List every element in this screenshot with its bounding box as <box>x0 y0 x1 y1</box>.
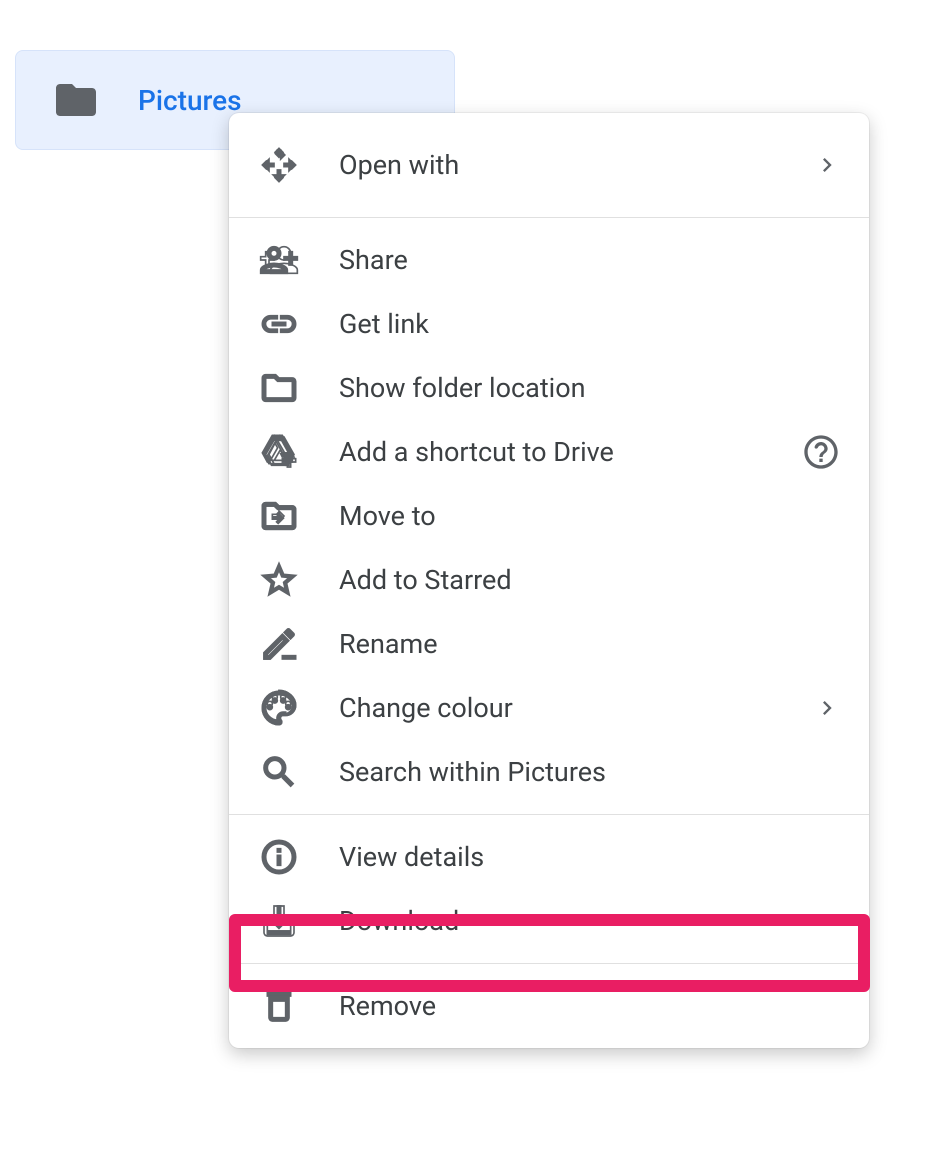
open-with-icon <box>259 145 319 185</box>
menu-label: Download <box>319 905 459 937</box>
menu-label: Search within Pictures <box>319 756 606 788</box>
menu-label: Add to Starred <box>319 564 512 596</box>
menu-label: Change colour <box>319 692 513 724</box>
link-icon <box>259 304 319 344</box>
folder-outline-icon <box>259 368 319 408</box>
menu-divider <box>229 963 869 964</box>
info-icon <box>259 837 319 877</box>
menu-label: Get link <box>319 308 429 340</box>
download-icon <box>259 901 319 941</box>
menu-item-search-within[interactable]: Search within Pictures <box>229 740 869 804</box>
menu-item-add-to-starred[interactable]: Add to Starred <box>229 548 869 612</box>
folder-icon <box>52 76 100 124</box>
menu-label: Move to <box>319 500 436 532</box>
menu-label: Show folder location <box>319 372 586 404</box>
search-icon <box>259 752 319 792</box>
menu-label: Rename <box>319 628 438 660</box>
menu-item-add-shortcut[interactable]: Add a shortcut to Drive <box>229 420 869 484</box>
person-add-icon <box>259 240 319 280</box>
menu-label: Add a shortcut to Drive <box>319 436 614 468</box>
menu-item-show-folder-location[interactable]: Show folder location <box>229 356 869 420</box>
menu-divider <box>229 217 869 218</box>
trash-icon <box>259 986 319 1026</box>
menu-item-move-to[interactable]: Move to <box>229 484 869 548</box>
folder-name: Pictures <box>138 84 242 117</box>
chevron-right-icon <box>813 694 841 722</box>
rename-icon <box>259 624 319 664</box>
menu-label: Open with <box>319 149 459 181</box>
help-icon[interactable] <box>801 432 841 472</box>
menu-item-share[interactable]: Share <box>229 228 869 292</box>
menu-divider <box>229 814 869 815</box>
menu-item-rename[interactable]: Rename <box>229 612 869 676</box>
context-menu: Open with Share Get link Show folder <box>229 113 869 1048</box>
menu-label: Remove <box>319 990 436 1022</box>
palette-icon <box>259 688 319 728</box>
star-outline-icon <box>259 560 319 600</box>
folder-move-icon <box>259 496 319 536</box>
menu-item-view-details[interactable]: View details <box>229 825 869 889</box>
menu-item-remove[interactable]: Remove <box>229 974 869 1038</box>
menu-item-open-with[interactable]: Open with <box>229 123 869 207</box>
menu-item-download[interactable]: Download <box>229 889 869 953</box>
menu-label: View details <box>319 841 484 873</box>
menu-label: Share <box>319 244 408 276</box>
menu-item-get-link[interactable]: Get link <box>229 292 869 356</box>
menu-item-change-colour[interactable]: Change colour <box>229 676 869 740</box>
chevron-right-icon <box>813 151 841 179</box>
drive-shortcut-icon <box>259 432 319 472</box>
